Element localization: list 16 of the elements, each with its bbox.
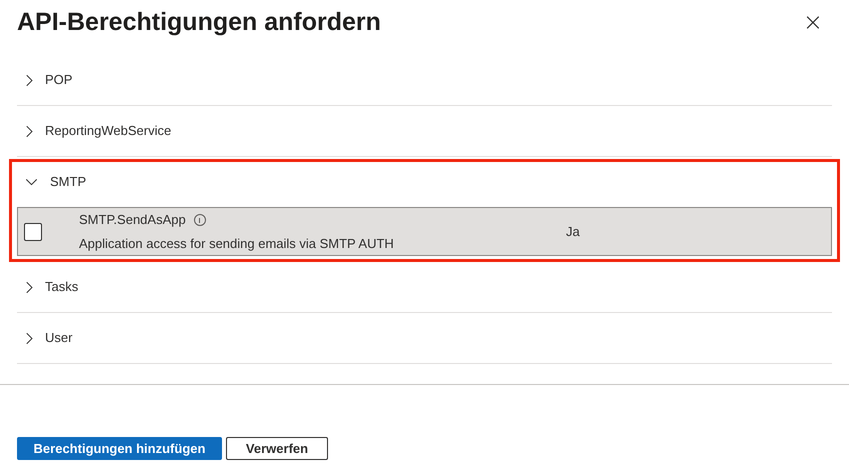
group-header[interactable]: User — [17, 313, 832, 363]
permission-row[interactable]: SMTP.SendAsApp Application access for sending emails via SMTP AUTH Ja — [17, 207, 832, 256]
permission-name: SMTP.SendAsApp — [79, 211, 186, 229]
close-button[interactable]: × — [802, 3, 823, 41]
permission-description: Application access for sending emails via SMTP AUTH — [79, 234, 395, 253]
info-icon[interactable] — [194, 214, 206, 226]
admin-consent-value: Ja — [566, 222, 580, 241]
group-header[interactable]: Tasks — [17, 262, 832, 312]
group-header[interactable]: POP — [17, 55, 832, 105]
panel-title: API-Berechtigungen anfordern — [17, 7, 381, 38]
checkbox[interactable] — [24, 222, 42, 240]
chevron-icon — [23, 176, 40, 188]
group-header[interactable]: ReportingWebService — [17, 106, 832, 156]
group-header[interactable]: SMTP — [17, 157, 832, 207]
primary-button[interactable]: Berechtigungen hinzufügen — [17, 437, 222, 460]
secondary-button[interactable]: Verwerfen — [226, 437, 328, 460]
